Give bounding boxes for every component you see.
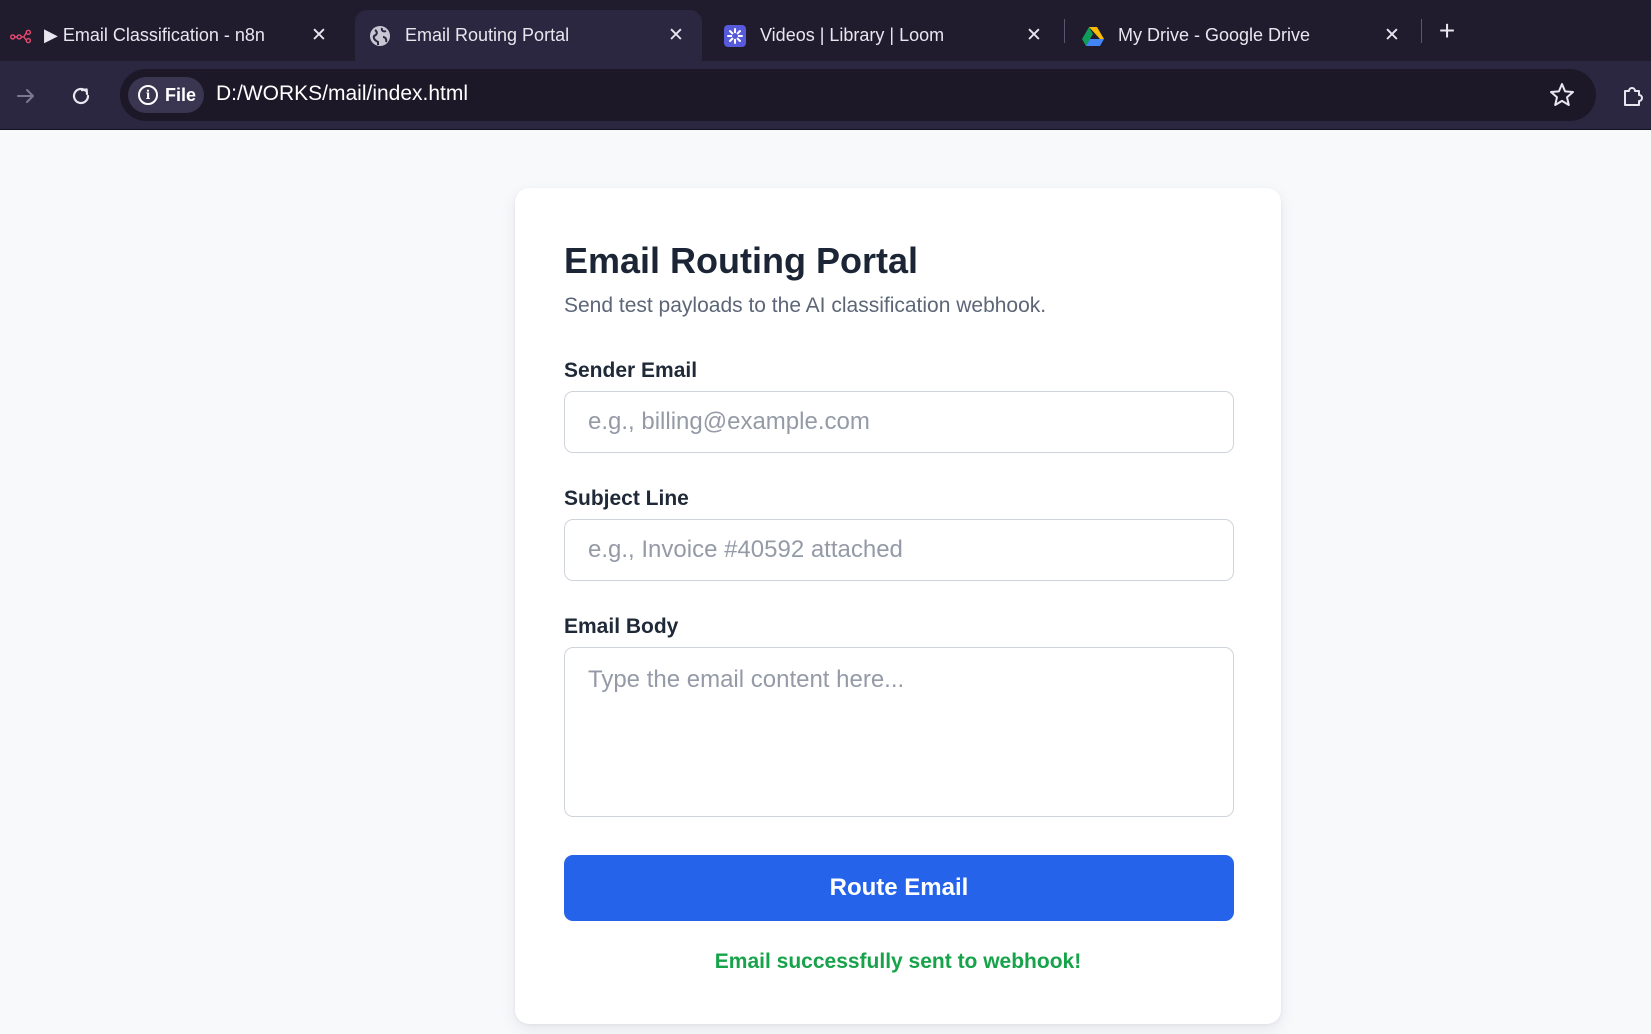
info-icon: i	[138, 85, 158, 105]
close-tab-icon[interactable]: ✕	[1380, 23, 1404, 47]
puzzle-icon	[1624, 87, 1643, 106]
page-subtitle: Send test payloads to the AI classificat…	[564, 294, 1047, 317]
routing-portal-card: Email Routing Portal Send test payloads …	[515, 188, 1281, 1024]
tab-email-routing-portal[interactable]: Email Routing Portal ✕	[355, 10, 702, 61]
reload-button[interactable]	[63, 78, 99, 114]
bookmark-star-icon[interactable]	[1548, 81, 1576, 109]
arrow-right-icon	[17, 89, 34, 103]
sender-email-input[interactable]	[564, 391, 1234, 453]
tab-title: Email Routing Portal	[405, 25, 570, 45]
globe-icon	[369, 25, 391, 47]
site-info-label: File	[165, 84, 197, 105]
email-body-label: Email Body	[564, 615, 679, 638]
page-title: Email Routing Portal	[564, 240, 919, 281]
tab-title: Videos | Library | Loom	[760, 25, 945, 45]
n8n-logo-icon	[10, 25, 32, 47]
tab-email-classification[interactable]: ▶ Email Classification - n8n ✕	[0, 10, 345, 61]
forward-button[interactable]	[8, 78, 44, 114]
browser-toolbar: i File D:/WORKS/mail/index.html	[0, 61, 1651, 130]
tab-title: ▶ Email Classification - n8n	[44, 25, 265, 45]
browser-tab-strip: ▶ Email Classification - n8n ✕ Email Rou…	[0, 0, 1651, 61]
tab-title: My Drive - Google Drive	[1118, 25, 1311, 45]
close-tab-icon[interactable]: ✕	[307, 23, 331, 47]
loom-logo-icon	[724, 24, 746, 47]
route-email-button[interactable]: Route Email	[564, 855, 1234, 921]
extensions-button[interactable]	[1615, 78, 1651, 114]
subject-line-input[interactable]	[564, 519, 1234, 581]
url-text[interactable]: D:/WORKS/mail/index.html	[216, 82, 468, 106]
new-tab-button[interactable]: +	[1432, 15, 1462, 46]
sender-email-label: Sender Email	[564, 359, 698, 382]
tab-google-drive[interactable]: My Drive - Google Drive ✕	[1068, 10, 1418, 61]
address-bar[interactable]: i File D:/WORKS/mail/index.html	[120, 69, 1596, 121]
google-drive-icon	[1082, 25, 1104, 47]
email-body-textarea[interactable]	[564, 647, 1234, 817]
reload-icon	[72, 87, 90, 105]
status-message: Email successfully sent to webhook!	[714, 950, 1082, 973]
site-info-chip[interactable]: i File	[128, 77, 204, 113]
subject-line-label: Subject Line	[564, 487, 689, 510]
close-tab-icon[interactable]: ✕	[664, 23, 688, 47]
tab-divider	[1064, 19, 1065, 43]
tab-divider	[1421, 19, 1422, 43]
close-tab-icon[interactable]: ✕	[1022, 23, 1046, 47]
tab-loom-library[interactable]: Videos | Library | Loom ✕	[710, 10, 1060, 61]
